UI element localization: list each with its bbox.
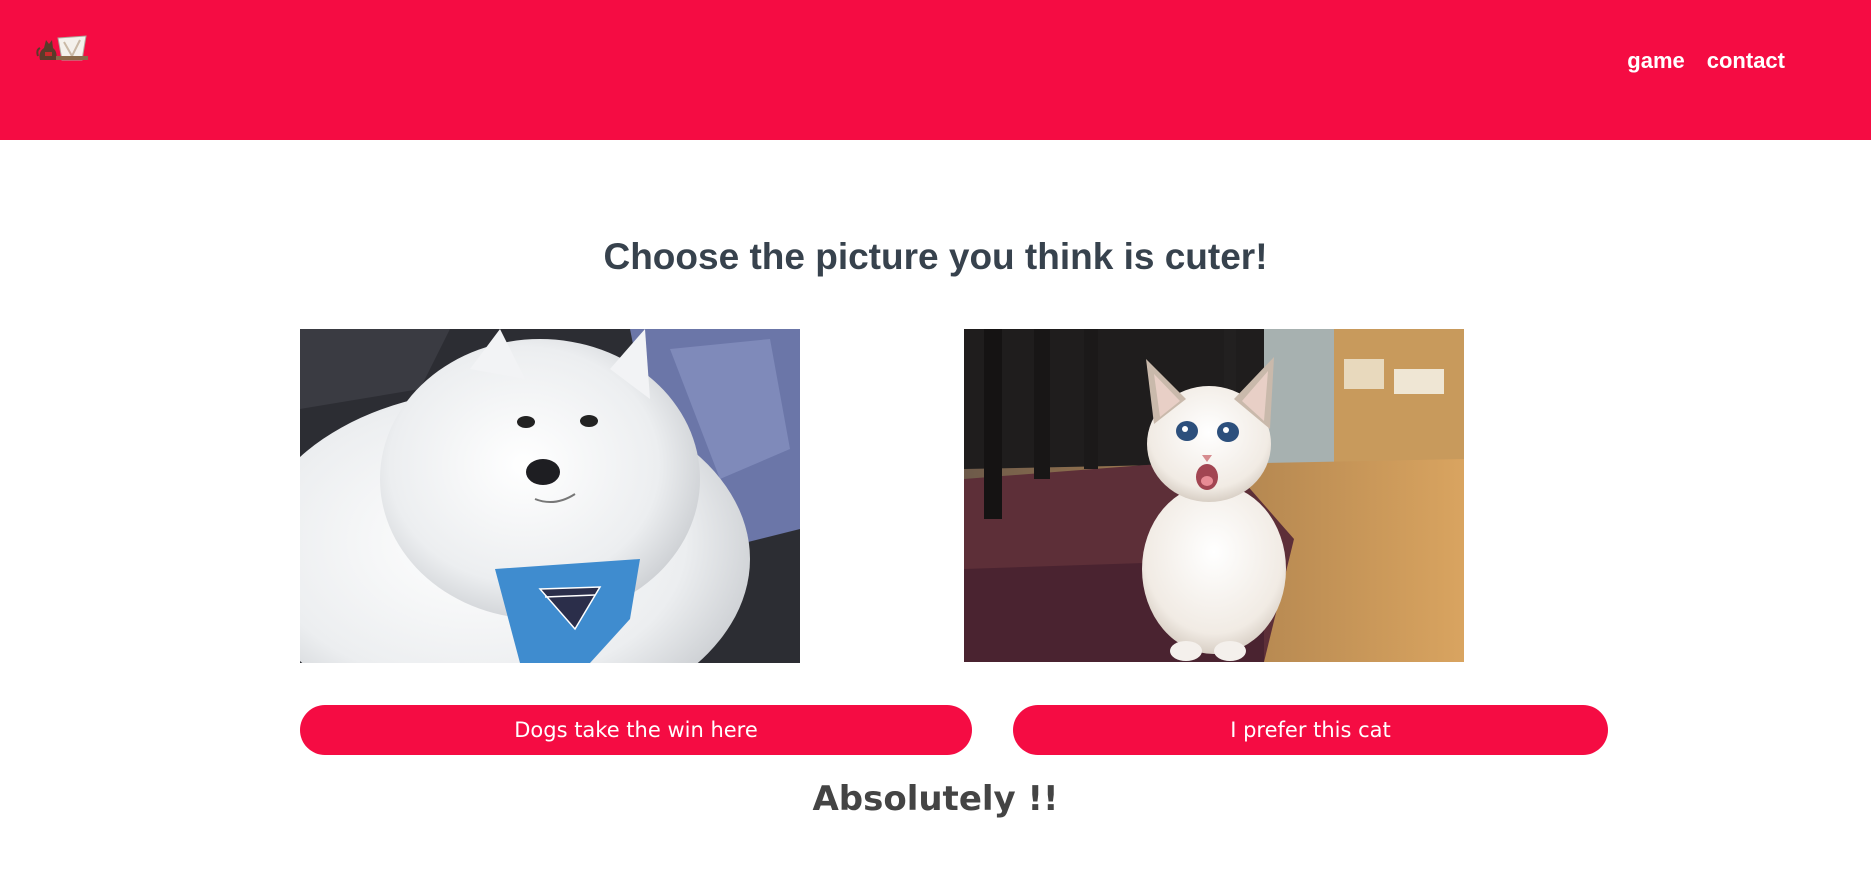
nav-link-contact[interactable]: contact [1707, 48, 1785, 74]
vote-dog-button[interactable]: Dogs take the win here [300, 705, 972, 755]
cat-dog-logo-icon[interactable] [36, 26, 90, 62]
main-nav: game contact [1627, 48, 1785, 74]
result-message: Absolutely !! [812, 779, 1059, 819]
nav-link-game[interactable]: game [1627, 48, 1684, 74]
dog-photo[interactable] [300, 329, 800, 663]
cat-photo[interactable] [964, 329, 1464, 662]
site-header: game contact [0, 0, 1871, 140]
vote-cat-button[interactable]: I prefer this cat [1013, 705, 1608, 755]
page-title: Choose the picture you think is cuter! [603, 236, 1268, 277]
